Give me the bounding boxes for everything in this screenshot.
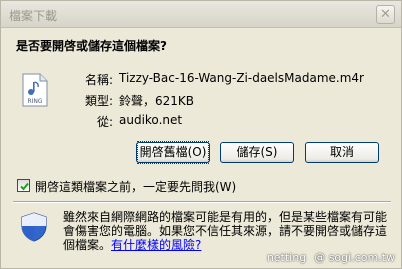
from-label: 從: — [96, 115, 113, 129]
open-button[interactable]: 開啓舊檔(O) — [136, 141, 210, 164]
security-shield-icon — [21, 212, 47, 242]
close-icon: ✕ — [380, 7, 391, 22]
open-button-label: 開啓舊檔(O) — [136, 141, 210, 164]
security-warning: 雖然來自網際網路的檔案可能是有用的，但是某些檔案有可能會傷害您的電腦。如果您不信… — [63, 210, 393, 252]
watermark-left: netting — [266, 251, 307, 264]
watermark-right: @ sogi.com.tw — [314, 251, 395, 264]
file-name-value: Tizzy-Bac-16-Wang-Zi-daelsMadame.m4r — [119, 71, 364, 85]
save-button-label: 儲存(S) — [236, 145, 278, 159]
audio-file-icon: RING — [22, 73, 48, 107]
file-type-value: 鈴聲，621KB — [119, 94, 195, 108]
cancel-button[interactable]: 取消 — [305, 142, 379, 163]
file-source-value: audiko.net — [119, 113, 183, 127]
file-icon-caption: RING — [27, 98, 42, 105]
close-button[interactable]: ✕ — [376, 5, 395, 24]
cancel-button-label: 取消 — [329, 145, 354, 159]
dialog-heading: 是否要開啓或儲存這個檔案? — [16, 39, 167, 53]
file-download-dialog: 檔案下載 ✕ 是否要開啓或儲存這個檔案? RING 名稱: Tizzy-Bac-… — [0, 0, 402, 269]
always-ask-checkbox[interactable] — [17, 179, 30, 192]
name-label: 名稱: — [84, 73, 113, 87]
checkmark-icon — [20, 182, 29, 191]
divider — [13, 201, 391, 203]
risk-info-link[interactable]: 有什麼樣的風險? — [111, 238, 201, 252]
type-label: 類型: — [84, 94, 113, 108]
window-title: 檔案下載 — [9, 9, 58, 23]
watermark: netting @ sogi.com.tw — [259, 251, 395, 264]
title-bar[interactable]: 檔案下載 ✕ — [1, 1, 401, 28]
save-button[interactable]: 儲存(S) — [220, 142, 294, 163]
always-ask-label[interactable]: 開啓這類檔案之前，一定要先問我(W) — [35, 178, 236, 195]
